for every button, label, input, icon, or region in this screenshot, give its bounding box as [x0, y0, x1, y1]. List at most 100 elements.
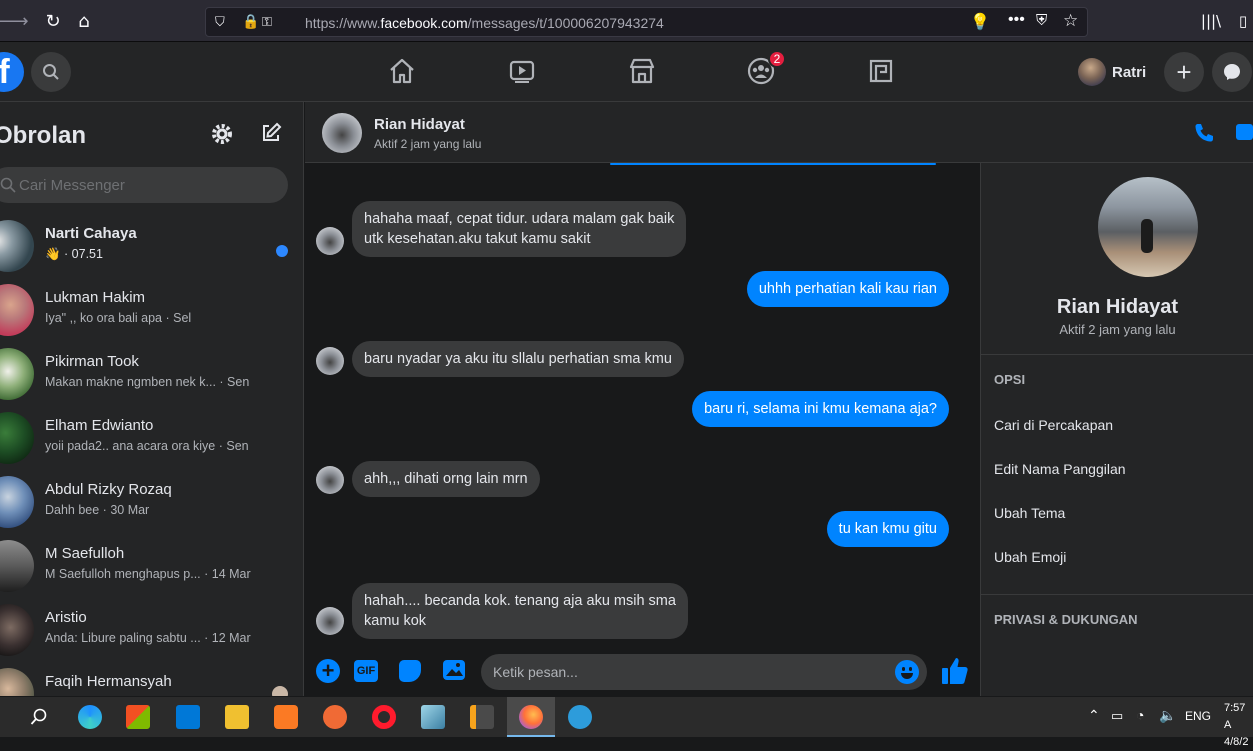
lightbulb-icon[interactable]: 💡 [970, 12, 990, 32]
forward-icon[interactable]: → [10, 10, 32, 32]
conversation-preview: 👋 · 07.51 [45, 247, 103, 261]
message-line: utk kesehatan.aku takut kamu sakit [364, 231, 591, 247]
avatar [1078, 58, 1106, 86]
file-explorer-icon[interactable] [225, 705, 249, 729]
conversation-item[interactable]: Faqih Hermansyah [0, 664, 303, 696]
like-icon[interactable] [941, 656, 969, 686]
reload-icon[interactable]: ↻ [42, 10, 64, 32]
message-outgoing[interactable]: tu kan kmu gitu [826, 511, 949, 547]
network-icon[interactable]: ▭ [1111, 708, 1123, 724]
phone-icon[interactable] [1192, 121, 1216, 145]
conversation-info-panel: Rian Hidayat Aktif 2 jam yang lalu OPSI … [980, 163, 1253, 696]
edge-icon[interactable] [78, 705, 102, 729]
windows-taskbar: ⌃ ▭ ◔ 🔈 ENG 7:57 A 4/8/2 [0, 697, 1253, 748]
permissions-icon[interactable]: ⚿ [262, 14, 272, 30]
facebook-logo[interactable]: f [0, 52, 24, 92]
sticker-icon[interactable] [399, 660, 421, 682]
message-incoming[interactable]: hahah.... becanda kok. tenang aja aku ms… [352, 583, 688, 639]
message-input[interactable]: Ketik pesan... [481, 654, 927, 690]
video-call-icon[interactable] [1236, 124, 1253, 140]
option-change-theme[interactable]: Ubah Tema [994, 505, 1065, 521]
search-button[interactable] [31, 52, 71, 92]
chat-panel: hahaha maaf, cepat tidur. udara malam ga… [305, 163, 979, 696]
message-incoming[interactable]: ahh,,, dihati orng lain mrn [352, 461, 540, 497]
message-line: uhhh perhatian kali kau rian [758, 281, 937, 297]
option-change-emoji[interactable]: Ubah Emoji [994, 549, 1066, 565]
message-incoming[interactable]: baru nyadar ya aku itu sllalu perhatian … [352, 341, 684, 377]
options-header: OPSI [994, 372, 1026, 387]
marketplace-nav-icon[interactable] [627, 56, 657, 86]
app-icon[interactable] [421, 705, 445, 729]
page-actions-icon[interactable]: ••• [1008, 11, 1025, 29]
message-composer: + GIF Ketik pesan... [305, 648, 979, 696]
message-outgoing[interactable]: baru ri, selama ini kmu kemana aja? [692, 391, 949, 427]
option-edit-nickname[interactable]: Edit Nama Panggilan [994, 461, 1126, 477]
compose-icon[interactable] [260, 122, 282, 144]
chevron-up-icon[interactable]: ⌃ [1088, 707, 1100, 724]
message-line: tu kan kmu gitu [838, 521, 937, 537]
option-search-conversation[interactable]: Cari di Percakapan [994, 417, 1113, 433]
conversation-name: Pikirman Took [45, 353, 139, 370]
browser-toolbar: ⟵ → ↻ ⌂ ⛉ 🔒 ⚿ https://www.facebook.com/m… [0, 0, 1253, 42]
search-icon [0, 177, 16, 193]
conversation-item[interactable]: Elham Edwianto yoii pada2.. ana acara or… [0, 408, 303, 472]
message-line: baru ri, selama ini kmu kemana aja? [704, 401, 937, 417]
conversation-item[interactable]: Pikirman Took Makan makne ngmben nek k..… [0, 344, 303, 408]
messenger-button[interactable] [1212, 52, 1252, 92]
avatar[interactable] [1098, 177, 1198, 277]
emoji-icon[interactable] [895, 660, 919, 684]
sidebar-toggle-icon[interactable]: ▯ [1232, 10, 1253, 32]
wifi-icon[interactable]: ◔ [1136, 707, 1144, 723]
library-icon[interactable]: |||\ [1200, 10, 1222, 32]
add-attachment-button[interactable]: + [316, 659, 340, 683]
language-indicator[interactable]: ENG [1185, 709, 1211, 723]
shield-icon[interactable]: ⛉ [215, 14, 225, 30]
opera-icon[interactable] [372, 705, 396, 729]
seen-avatar [272, 686, 288, 696]
pocket-icon[interactable]: ⛨ [1036, 12, 1047, 29]
avatar [0, 348, 34, 400]
url-text[interactable]: https://www.facebook.com/messages/t/1000… [305, 15, 664, 31]
gif-button[interactable]: GIF [354, 660, 378, 682]
watch-nav-icon[interactable] [507, 56, 537, 86]
chat-contact-status: Aktif 2 jam yang lalu [374, 137, 482, 151]
store-icon[interactable] [126, 705, 150, 729]
conversation-item[interactable]: M Saefulloh M Saefulloh menghapus p... ·… [0, 536, 303, 600]
conversation-item[interactable]: Narti Cahaya 👋 · 07.51 [0, 216, 303, 280]
url-bar[interactable]: ⛉ 🔒 ⚿ https://www.facebook.com/messages/… [205, 7, 1088, 37]
firefox-icon [519, 705, 543, 729]
xampp-icon[interactable] [274, 705, 298, 729]
message-incoming[interactable]: hahaha maaf, cepat tidur. udara malam ga… [352, 201, 687, 257]
lock-icon[interactable]: 🔒 [242, 13, 259, 30]
conversation-item[interactable]: Lukman Hakim Iya" ,, ko ora bali apa · S… [0, 280, 303, 344]
facebook-top-nav: f 2 Ratri + [0, 42, 1253, 102]
home-icon[interactable]: ⌂ [73, 10, 95, 32]
chat-contact-name[interactable]: Rian Hidayat [374, 116, 465, 133]
message-line: baru nyadar ya aku itu sllalu perhatian … [364, 351, 672, 367]
clock[interactable]: 7:57 A 4/8/2 [1224, 700, 1253, 751]
avatar[interactable] [322, 113, 362, 153]
photo-icon[interactable] [442, 659, 466, 681]
search-input[interactable]: Cari Messenger [0, 167, 288, 203]
message-outgoing[interactable]: uhhh perhatian kali kau rian [746, 271, 949, 307]
sublime-merge-icon[interactable] [323, 705, 347, 729]
firefox-taskbar-button[interactable] [507, 697, 555, 737]
unread-dot [276, 245, 288, 257]
gear-icon[interactable] [210, 122, 234, 146]
bookmark-star-icon[interactable]: ☆ [1063, 11, 1078, 31]
conversation-item[interactable]: Abdul Rizky Rozaq Dahh bee · 30 Mar [0, 472, 303, 536]
profile-name: Ratri [1112, 64, 1147, 81]
sublime-text-icon[interactable] [470, 705, 494, 729]
conversation-item[interactable]: Aristio Anda: Libure paling sabtu ... · … [0, 600, 303, 664]
avatar [316, 347, 344, 375]
home-nav-icon[interactable] [387, 56, 417, 86]
volume-icon[interactable]: 🔈 [1159, 707, 1176, 724]
create-button[interactable]: + [1164, 52, 1204, 92]
gaming-nav-icon[interactable] [866, 56, 896, 86]
avatar [0, 604, 34, 656]
search-icon[interactable] [30, 708, 48, 726]
mail-icon[interactable] [176, 705, 200, 729]
privacy-header[interactable]: PRIVASI & DUKUNGAN [994, 612, 1138, 627]
conversation-preview: Anda: Libure paling sabtu ... · 12 Mar [45, 631, 251, 645]
messenger-app-icon[interactable] [568, 705, 592, 729]
